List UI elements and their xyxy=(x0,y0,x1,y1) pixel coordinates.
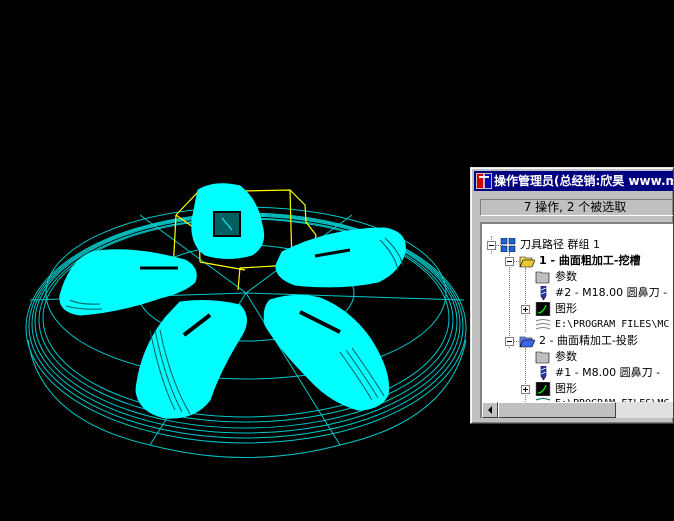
op2-graphics-label: 图形 xyxy=(555,382,577,395)
op1-graphics-label: 图形 xyxy=(555,302,577,315)
operations-tree[interactable]: 刀具路径 群组 1 1 - 曲面粗加工-挖槽 参数 #2 - M18.00 圆鼻… xyxy=(480,222,673,418)
geometry-icon xyxy=(535,382,551,396)
scrollbar-thumb[interactable] xyxy=(498,402,616,418)
op1-params-label: 参数 xyxy=(555,270,577,283)
tree-operation-1[interactable]: 1 - 曲面粗加工-挖槽 xyxy=(519,253,640,269)
operation-2-label: 2 - 曲面精加工-投影 xyxy=(539,334,638,347)
window-titlebar[interactable]: 操作管理员(总经销:欣昊 www.m xyxy=(474,171,674,191)
operation-1-label: 1 - 曲面粗加工-挖槽 xyxy=(539,254,641,267)
op1-graphics-item[interactable]: 图形 xyxy=(535,301,577,317)
op1-file-item[interactable]: E:\PROGRAM FILES\MC xyxy=(535,317,669,333)
tree-root-label: 刀具路径 群组 1 xyxy=(520,238,600,251)
nc-file-icon xyxy=(535,319,551,330)
horizontal-scrollbar[interactable] xyxy=(482,402,673,418)
chevron-left-icon xyxy=(488,406,492,414)
open-folder-icon xyxy=(519,256,535,268)
op1-collapse-toggle[interactable] xyxy=(505,257,514,266)
end-mill-tool-icon xyxy=(540,286,547,300)
operations-manager-window[interactable]: 操作管理员(总经销:欣昊 www.m 7 操作, 2 个被选取 刀具路径 群组 … xyxy=(470,167,674,424)
op2-graphics-item[interactable]: 图形 xyxy=(535,381,577,397)
open-folder-icon xyxy=(519,336,535,348)
folder-icon xyxy=(535,271,550,284)
op1-tool-label: #2 - M18.00 圆鼻刀 - xyxy=(555,286,668,299)
op1-params-item[interactable]: 参数 xyxy=(535,269,577,285)
end-mill-tool-icon xyxy=(540,366,547,380)
toolpath-group-icon xyxy=(500,238,516,252)
op2-params-label: 参数 xyxy=(555,350,577,363)
op1-tool-item[interactable]: #2 - M18.00 圆鼻刀 - xyxy=(535,285,667,301)
op2-collapse-toggle[interactable] xyxy=(505,337,514,346)
op2-tool-label: #1 - M8.00 圆鼻刀 - xyxy=(555,366,661,379)
op2-graphics-expand-toggle[interactable] xyxy=(521,385,530,394)
folder-icon xyxy=(535,351,550,364)
op1-file-label: E:\PROGRAM FILES\MC xyxy=(555,319,670,330)
mastercam-app-icon xyxy=(476,173,492,189)
selection-status: 7 操作, 2 个被选取 xyxy=(480,199,673,216)
tree-root-item[interactable]: 刀具路径 群组 1 xyxy=(500,237,600,253)
root-collapse-toggle[interactable] xyxy=(487,241,496,250)
scroll-left-button[interactable] xyxy=(482,402,498,418)
op2-params-item[interactable]: 参数 xyxy=(535,349,577,365)
window-title: 操作管理员(总经销:欣昊 www.m xyxy=(494,174,674,188)
op2-tool-item[interactable]: #1 - M8.00 圆鼻刀 - xyxy=(535,365,660,381)
geometry-icon xyxy=(535,302,551,316)
op1-graphics-expand-toggle[interactable] xyxy=(521,305,530,314)
tree-operation-2[interactable]: 2 - 曲面精加工-投影 xyxy=(519,333,638,349)
